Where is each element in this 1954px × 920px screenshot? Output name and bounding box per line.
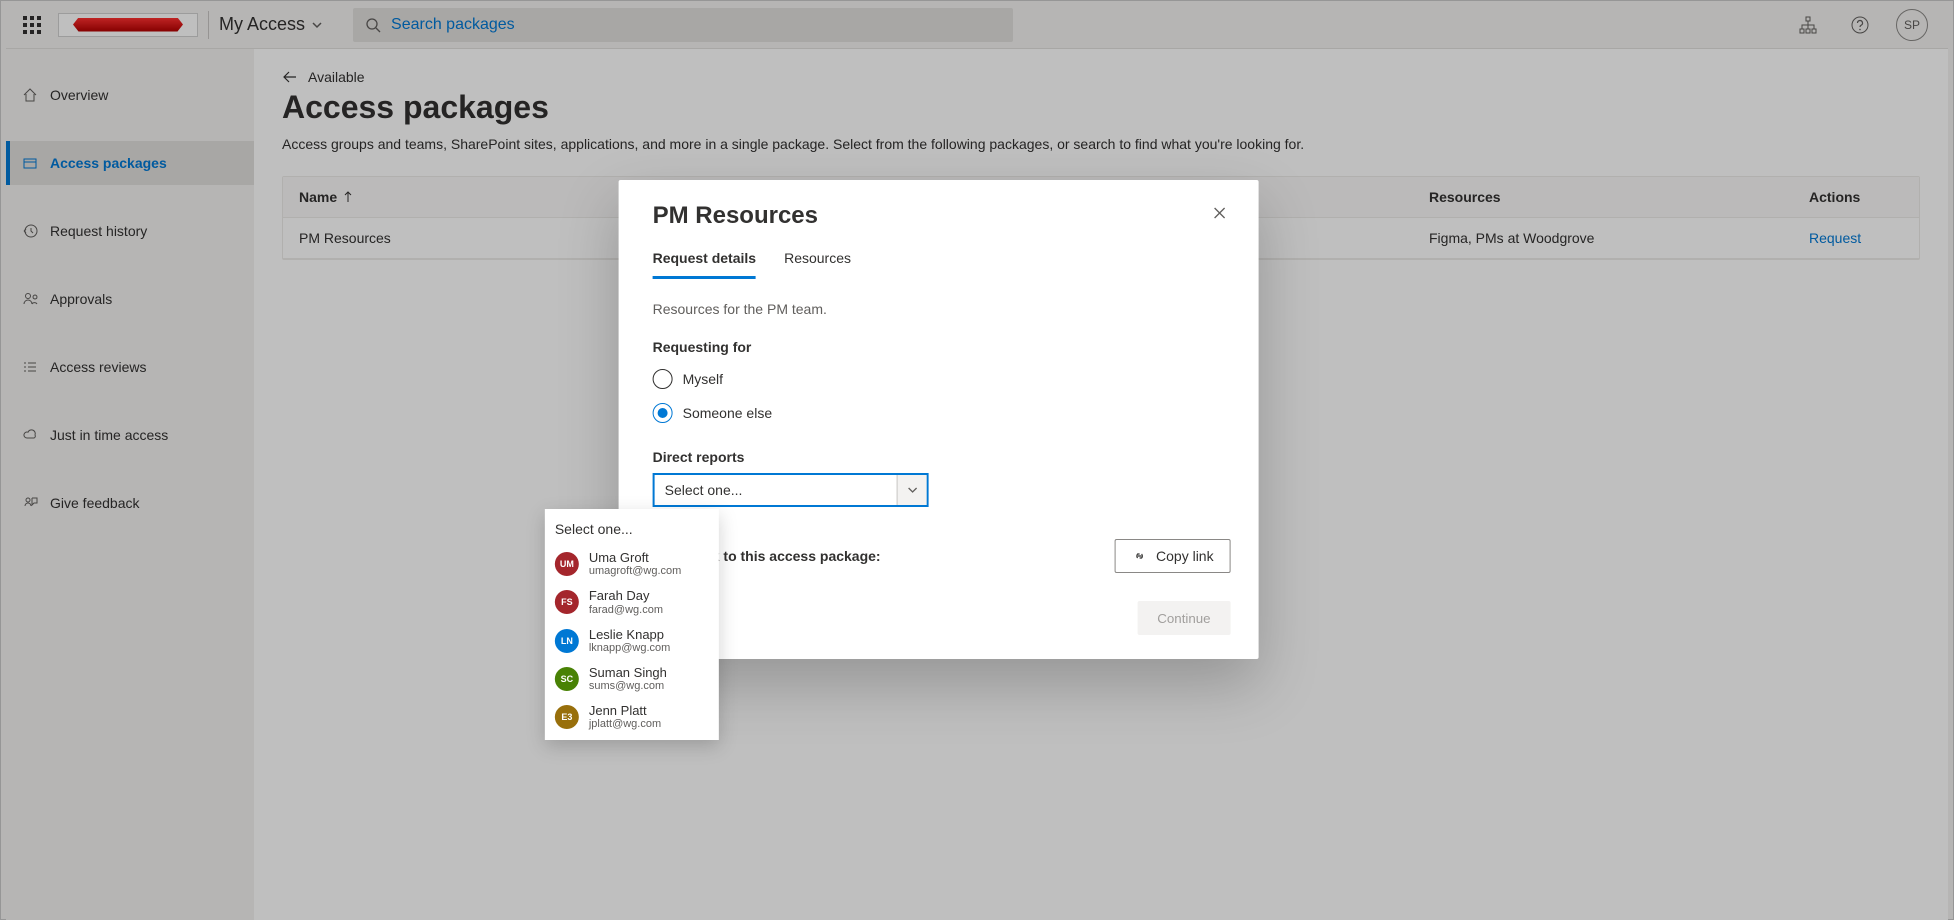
person-avatar: FS	[555, 590, 579, 614]
direct-reports-dropdown[interactable]: Select one... Select one... UM Uma Groft…	[653, 473, 929, 507]
dialog-tabs: Request details Resources	[653, 250, 1231, 279]
tab-request-details[interactable]: Request details	[653, 250, 756, 279]
link-icon	[1132, 548, 1148, 564]
person-email: umagroft@wg.com	[589, 565, 681, 577]
chevron-down-icon	[906, 484, 918, 496]
radio-label: Myself	[683, 371, 723, 387]
person-name: Uma Groft	[589, 551, 681, 565]
radio-unchecked-icon	[653, 369, 673, 389]
person-avatar: LN	[555, 629, 579, 653]
continue-button[interactable]: Continue	[1137, 601, 1230, 635]
person-avatar: SC	[555, 667, 579, 691]
dropdown-option-person[interactable]: E3 Jenn Platt jplatt@wg.com	[545, 698, 719, 736]
person-email: lknapp@wg.com	[589, 642, 670, 654]
dialog-description: Resources for the PM team.	[653, 301, 1231, 317]
person-name: Farah Day	[589, 589, 663, 603]
dropdown-option-placeholder[interactable]: Select one...	[545, 513, 719, 545]
tab-resources[interactable]: Resources	[784, 250, 851, 279]
direct-reports-label: Direct reports	[653, 449, 1231, 465]
person-email: jplatt@wg.com	[589, 718, 661, 730]
person-name: Suman Singh	[589, 666, 667, 680]
dialog-title: PM Resources	[653, 202, 818, 230]
person-avatar: E3	[555, 705, 579, 729]
dropdown-list: Select one... UM Uma Groft umagroft@wg.c…	[545, 509, 719, 740]
dropdown-option-person[interactable]: LN Leslie Knapp lknapp@wg.com	[545, 622, 719, 660]
person-name: Jenn Platt	[589, 704, 661, 718]
copy-link-button[interactable]: Copy link	[1115, 539, 1231, 573]
dropdown-toggle[interactable]	[897, 475, 927, 505]
radio-checked-icon	[653, 403, 673, 423]
dropdown-value: Select one...	[665, 482, 743, 498]
person-email: sums@wg.com	[589, 680, 667, 692]
request-dialog: PM Resources Request details Resources R…	[619, 180, 1259, 659]
person-email: farad@wg.com	[589, 604, 663, 616]
dropdown-option-person[interactable]: UM Uma Groft umagroft@wg.com	[545, 545, 719, 583]
copy-link-label: Copy link	[1156, 548, 1214, 564]
close-icon	[1213, 206, 1227, 220]
requesting-for-label: Requesting for	[653, 339, 1231, 355]
close-button[interactable]	[1209, 202, 1231, 224]
person-name: Leslie Knapp	[589, 628, 670, 642]
radio-someone-else[interactable]: Someone else	[653, 403, 1231, 423]
radio-label: Someone else	[683, 405, 773, 421]
dropdown-option-person[interactable]: FS Farah Day farad@wg.com	[545, 583, 719, 621]
radio-myself[interactable]: Myself	[653, 369, 1231, 389]
person-avatar: UM	[555, 552, 579, 576]
dropdown-option-person[interactable]: SC Suman Singh sums@wg.com	[545, 660, 719, 698]
